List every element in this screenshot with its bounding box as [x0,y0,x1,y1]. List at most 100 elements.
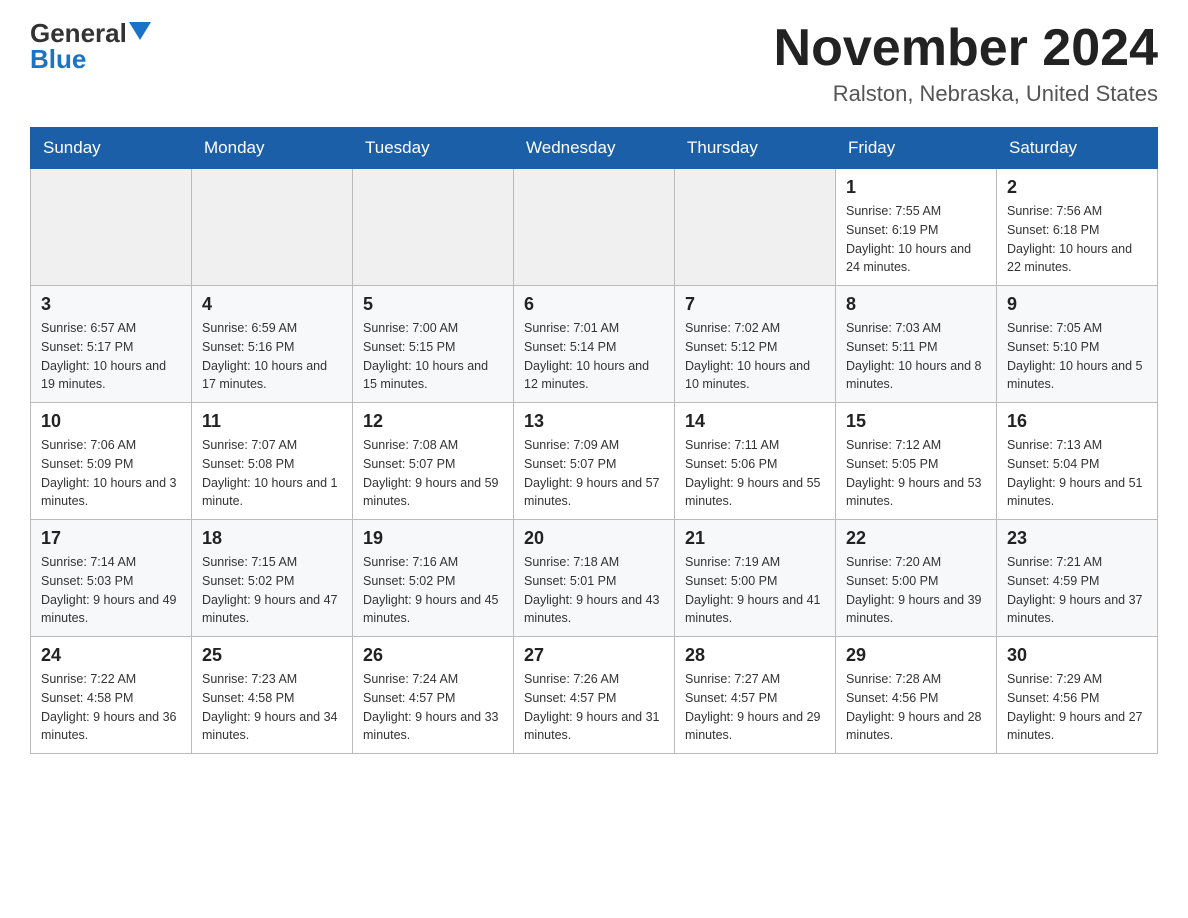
calendar-cell: 24Sunrise: 7:22 AM Sunset: 4:58 PM Dayli… [31,637,192,754]
day-number: 22 [846,528,986,549]
day-number: 13 [524,411,664,432]
logo-blue: Blue [30,44,86,75]
calendar-day-header: Saturday [997,128,1158,169]
calendar-cell: 29Sunrise: 7:28 AM Sunset: 4:56 PM Dayli… [836,637,997,754]
calendar-cell: 1Sunrise: 7:55 AM Sunset: 6:19 PM Daylig… [836,169,997,286]
day-number: 11 [202,411,342,432]
calendar-cell: 26 Sunrise: 7:24 AM Sunset: 4:57 PM Dayli… [353,637,514,754]
day-info: Sunrise: 7:21 AM Sunset: 4:59 PM Dayligh… [1007,553,1147,628]
calendar-week-row: 10 Sunrise: 7:06 AM Sunset: 5:09 PM Dayli… [31,403,1158,520]
day-info: Sunrise: 6:59 AM Sunset: 5:16 PM Dayligh… [202,319,342,394]
calendar-cell [31,169,192,286]
calendar-cell: 20 Sunrise: 7:18 AM Sunset: 5:01 PM Dayli… [514,520,675,637]
day-number: 23 [1007,528,1147,549]
day-info: Sunrise: 6:57 AM Sunset: 5:17 PM Dayligh… [41,319,181,394]
calendar-day-header: Friday [836,128,997,169]
day-number: 21 [685,528,825,549]
day-number: 15 [846,411,986,432]
day-info: Sunrise: 7:14 AM Sunset: 5:03 PM Dayligh… [41,553,181,628]
day-info: Sunrise: 7:09 AM Sunset: 5:07 PM Dayligh… [524,436,664,511]
day-number: 28 [685,645,825,666]
day-number: 7 [685,294,825,315]
calendar-cell: 30 Sunrise: 7:29 AM Sunset: 4:56 PM Dayli… [997,637,1158,754]
day-info: Sunrise: 7:07 AM Sunset: 5:08 PM Dayligh… [202,436,342,511]
day-info: Sunrise: 7:01 AM Sunset: 5:14 PM Dayligh… [524,319,664,394]
calendar-cell: 12Sunrise: 7:08 AM Sunset: 5:07 PM Dayli… [353,403,514,520]
calendar-cell: 18Sunrise: 7:15 AM Sunset: 5:02 PM Dayli… [192,520,353,637]
page-header: General Blue November 2024 Ralston, Nebr… [30,20,1158,107]
calendar-day-header: Sunday [31,128,192,169]
day-number: 30 [1007,645,1147,666]
calendar-cell: 13 Sunrise: 7:09 AM Sunset: 5:07 PM Dayli… [514,403,675,520]
calendar-week-row: 24Sunrise: 7:22 AM Sunset: 4:58 PM Dayli… [31,637,1158,754]
day-number: 18 [202,528,342,549]
calendar-week-row: 3 Sunrise: 6:57 AM Sunset: 5:17 PM Daylig… [31,286,1158,403]
logo-triangle-icon [129,22,151,40]
day-number: 20 [524,528,664,549]
day-info: Sunrise: 7:06 AM Sunset: 5:09 PM Dayligh… [41,436,181,511]
day-info: Sunrise: 7:05 AM Sunset: 5:10 PM Dayligh… [1007,319,1147,394]
calendar-cell: 7 Sunrise: 7:02 AM Sunset: 5:12 PM Daylig… [675,286,836,403]
day-number: 3 [41,294,181,315]
calendar-cell: 14 Sunrise: 7:11 AM Sunset: 5:06 PM Dayli… [675,403,836,520]
calendar-day-header: Monday [192,128,353,169]
calendar-table: SundayMondayTuesdayWednesdayThursdayFrid… [30,127,1158,754]
day-info: Sunrise: 7:13 AM Sunset: 5:04 PM Dayligh… [1007,436,1147,511]
day-info: Sunrise: 7:24 AM Sunset: 4:57 PM Dayligh… [363,670,503,745]
day-number: 26 [363,645,503,666]
calendar-cell: 5Sunrise: 7:00 AM Sunset: 5:15 PM Daylig… [353,286,514,403]
calendar-cell: 8Sunrise: 7:03 AM Sunset: 5:11 PM Daylig… [836,286,997,403]
day-info: Sunrise: 7:23 AM Sunset: 4:58 PM Dayligh… [202,670,342,745]
day-info: Sunrise: 7:16 AM Sunset: 5:02 PM Dayligh… [363,553,503,628]
month-title: November 2024 [774,20,1158,77]
calendar-cell: 4 Sunrise: 6:59 AM Sunset: 5:16 PM Daylig… [192,286,353,403]
calendar-cell: 3 Sunrise: 6:57 AM Sunset: 5:17 PM Daylig… [31,286,192,403]
calendar-cell: 16 Sunrise: 7:13 AM Sunset: 5:04 PM Dayli… [997,403,1158,520]
logo-general: General [30,20,127,46]
day-number: 4 [202,294,342,315]
day-info: Sunrise: 7:28 AM Sunset: 4:56 PM Dayligh… [846,670,986,745]
calendar-week-row: 17 Sunrise: 7:14 AM Sunset: 5:03 PM Dayli… [31,520,1158,637]
day-number: 1 [846,177,986,198]
day-info: Sunrise: 7:26 AM Sunset: 4:57 PM Dayligh… [524,670,664,745]
day-info: Sunrise: 7:11 AM Sunset: 5:06 PM Dayligh… [685,436,825,511]
calendar-cell: 25 Sunrise: 7:23 AM Sunset: 4:58 PM Dayli… [192,637,353,754]
day-number: 19 [363,528,503,549]
day-number: 10 [41,411,181,432]
calendar-cell: 28 Sunrise: 7:27 AM Sunset: 4:57 PM Dayli… [675,637,836,754]
day-info: Sunrise: 7:02 AM Sunset: 5:12 PM Dayligh… [685,319,825,394]
calendar-cell: 21 Sunrise: 7:19 AM Sunset: 5:00 PM Dayli… [675,520,836,637]
day-info: Sunrise: 7:29 AM Sunset: 4:56 PM Dayligh… [1007,670,1147,745]
day-number: 9 [1007,294,1147,315]
calendar-day-header: Tuesday [353,128,514,169]
calendar-week-row: 1Sunrise: 7:55 AM Sunset: 6:19 PM Daylig… [31,169,1158,286]
day-number: 17 [41,528,181,549]
day-number: 25 [202,645,342,666]
calendar-cell: 6Sunrise: 7:01 AM Sunset: 5:14 PM Daylig… [514,286,675,403]
calendar-cell: 15 Sunrise: 7:12 AM Sunset: 5:05 PM Dayli… [836,403,997,520]
day-number: 24 [41,645,181,666]
day-info: Sunrise: 7:19 AM Sunset: 5:00 PM Dayligh… [685,553,825,628]
day-info: Sunrise: 7:03 AM Sunset: 5:11 PM Dayligh… [846,319,986,394]
day-number: 16 [1007,411,1147,432]
title-block: November 2024 Ralston, Nebraska, United … [774,20,1158,107]
calendar-cell [353,169,514,286]
calendar-day-header: Thursday [675,128,836,169]
day-info: Sunrise: 7:27 AM Sunset: 4:57 PM Dayligh… [685,670,825,745]
calendar-cell: 17 Sunrise: 7:14 AM Sunset: 5:03 PM Dayli… [31,520,192,637]
calendar-cell: 19 Sunrise: 7:16 AM Sunset: 5:02 PM Dayli… [353,520,514,637]
day-info: Sunrise: 7:56 AM Sunset: 6:18 PM Dayligh… [1007,202,1147,277]
day-number: 27 [524,645,664,666]
day-number: 14 [685,411,825,432]
calendar-cell: 10 Sunrise: 7:06 AM Sunset: 5:09 PM Dayli… [31,403,192,520]
calendar-cell: 11 Sunrise: 7:07 AM Sunset: 5:08 PM Dayli… [192,403,353,520]
calendar-cell: 23 Sunrise: 7:21 AM Sunset: 4:59 PM Dayli… [997,520,1158,637]
calendar-cell: 9 Sunrise: 7:05 AM Sunset: 5:10 PM Daylig… [997,286,1158,403]
calendar-cell [514,169,675,286]
calendar-header-row: SundayMondayTuesdayWednesdayThursdayFrid… [31,128,1158,169]
day-number: 2 [1007,177,1147,198]
day-info: Sunrise: 7:12 AM Sunset: 5:05 PM Dayligh… [846,436,986,511]
day-info: Sunrise: 7:18 AM Sunset: 5:01 PM Dayligh… [524,553,664,628]
day-number: 5 [363,294,503,315]
calendar-cell [192,169,353,286]
